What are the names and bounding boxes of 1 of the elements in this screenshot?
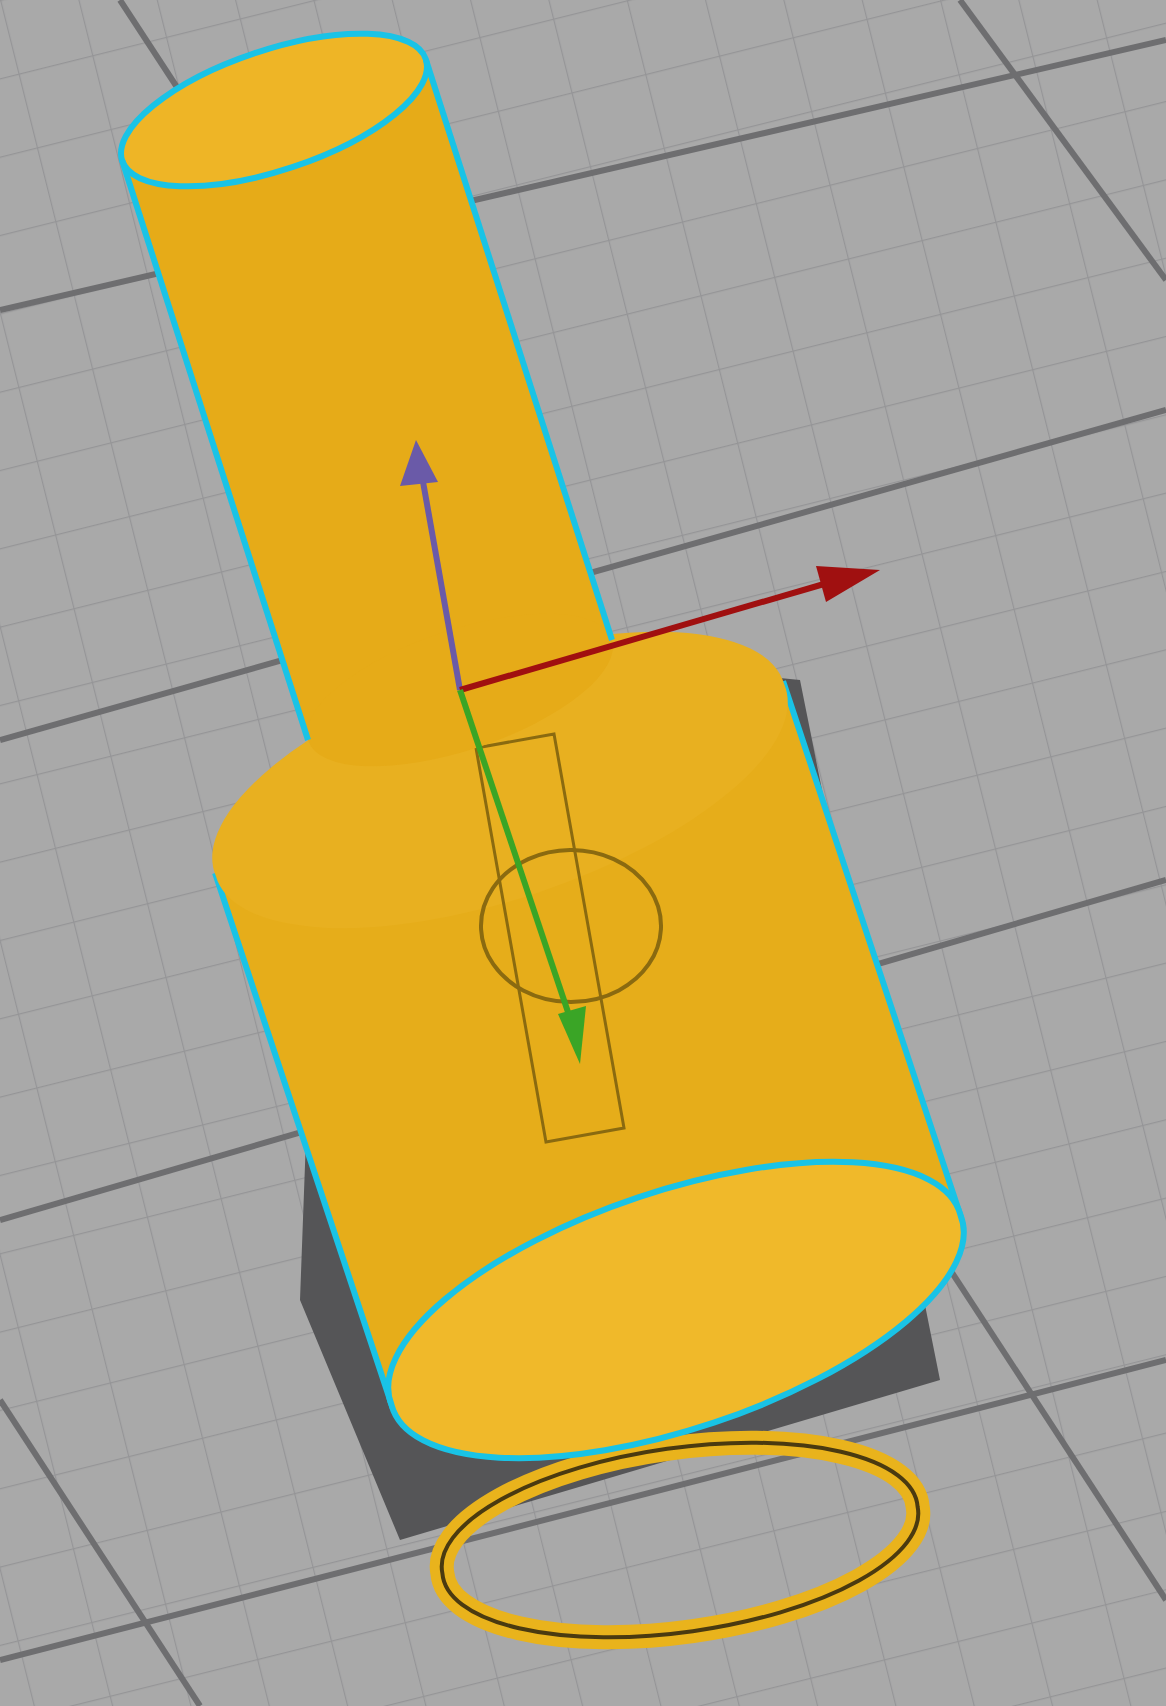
move-gizmo[interactable]: [400, 440, 880, 1064]
